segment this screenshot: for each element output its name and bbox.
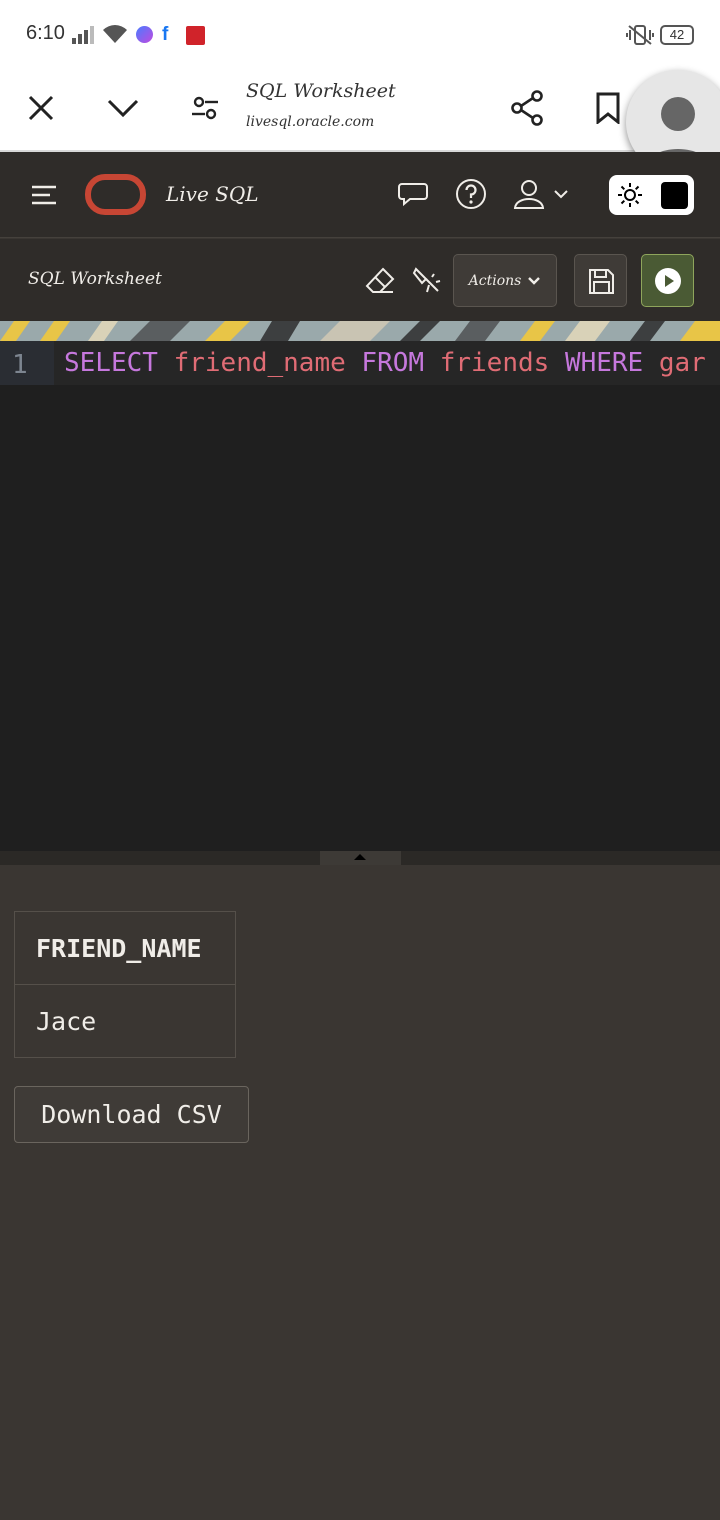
sql-identifier: gar <box>658 348 706 378</box>
page-title: SQL Worksheet <box>246 80 396 102</box>
sql-keyword: SELECT <box>64 348 158 378</box>
help-icon[interactable] <box>451 174 491 214</box>
save-icon <box>589 269 614 294</box>
sql-identifier: friends <box>439 348 550 378</box>
pane-splitter[interactable] <box>0 851 720 865</box>
dark-mode-swatch <box>661 182 688 209</box>
share-icon[interactable] <box>505 86 549 130</box>
save-button[interactable] <box>574 254 627 307</box>
notification-app-icon <box>186 26 205 45</box>
wifi-icon <box>103 25 127 43</box>
app-header: Live SQL <box>0 152 720 238</box>
bookmark-icon[interactable] <box>586 86 630 130</box>
facebook-icon: f <box>162 24 169 45</box>
code-line[interactable]: SELECT friend_name FROM friends WHERE ga… <box>54 341 720 385</box>
status-time: 6:10 <box>26 22 65 44</box>
run-button[interactable] <box>641 254 694 307</box>
vibrate-icon <box>626 25 654 45</box>
actions-label: Actions <box>468 272 522 289</box>
sun-icon <box>618 183 642 207</box>
chevron-down-icon <box>528 276 541 285</box>
download-csv-button[interactable]: Download CSV <box>14 1086 249 1143</box>
worksheet-title: SQL Worksheet <box>28 269 162 289</box>
browser-header: SQL Worksheet livesql.oracle.com <box>0 70 720 152</box>
page-url[interactable]: livesql.oracle.com <box>246 114 374 130</box>
results-panel: FRIEND_NAME Jace Download CSV <box>0 865 720 1520</box>
play-icon <box>655 268 681 294</box>
line-gutter: 1 <box>0 341 54 385</box>
results-table: FRIEND_NAME Jace <box>14 911 236 1058</box>
chevron-down-icon[interactable] <box>101 86 145 130</box>
site-settings-icon[interactable] <box>183 86 227 130</box>
user-menu-icon[interactable] <box>512 174 572 214</box>
battery-indicator: 42 <box>660 25 694 45</box>
close-icon[interactable] <box>19 86 63 130</box>
decorative-banner <box>0 321 720 341</box>
clear-eraser-icon[interactable] <box>360 260 400 300</box>
sql-keyword: WHERE <box>564 348 644 378</box>
line-number: 1 <box>12 350 28 380</box>
caret-up-icon <box>354 854 366 860</box>
format-icon[interactable] <box>407 260 447 300</box>
worksheet-toolbar: SQL Worksheet Actions <box>0 239 720 321</box>
app-name[interactable]: Live SQL <box>166 182 259 206</box>
sql-keyword: FROM <box>361 348 425 378</box>
column-header-friend-name: FRIEND_NAME <box>14 911 236 985</box>
hamburger-menu-icon[interactable] <box>24 175 64 215</box>
sql-editor[interactable]: 1 SELECT friend_name FROM friends WHERE … <box>0 341 720 851</box>
table-row: Jace <box>15 985 236 1058</box>
sql-identifier: friend_name <box>173 348 346 378</box>
messenger-icon <box>136 26 153 43</box>
table-cell: Jace <box>36 1006 97 1036</box>
feedback-icon[interactable] <box>393 174 433 214</box>
oracle-logo[interactable] <box>85 174 146 215</box>
actions-button[interactable]: Actions <box>453 254 557 307</box>
theme-toggle[interactable] <box>609 175 694 215</box>
signal-icon <box>72 26 94 44</box>
status-bar: 6:10 f 42 <box>0 0 720 70</box>
